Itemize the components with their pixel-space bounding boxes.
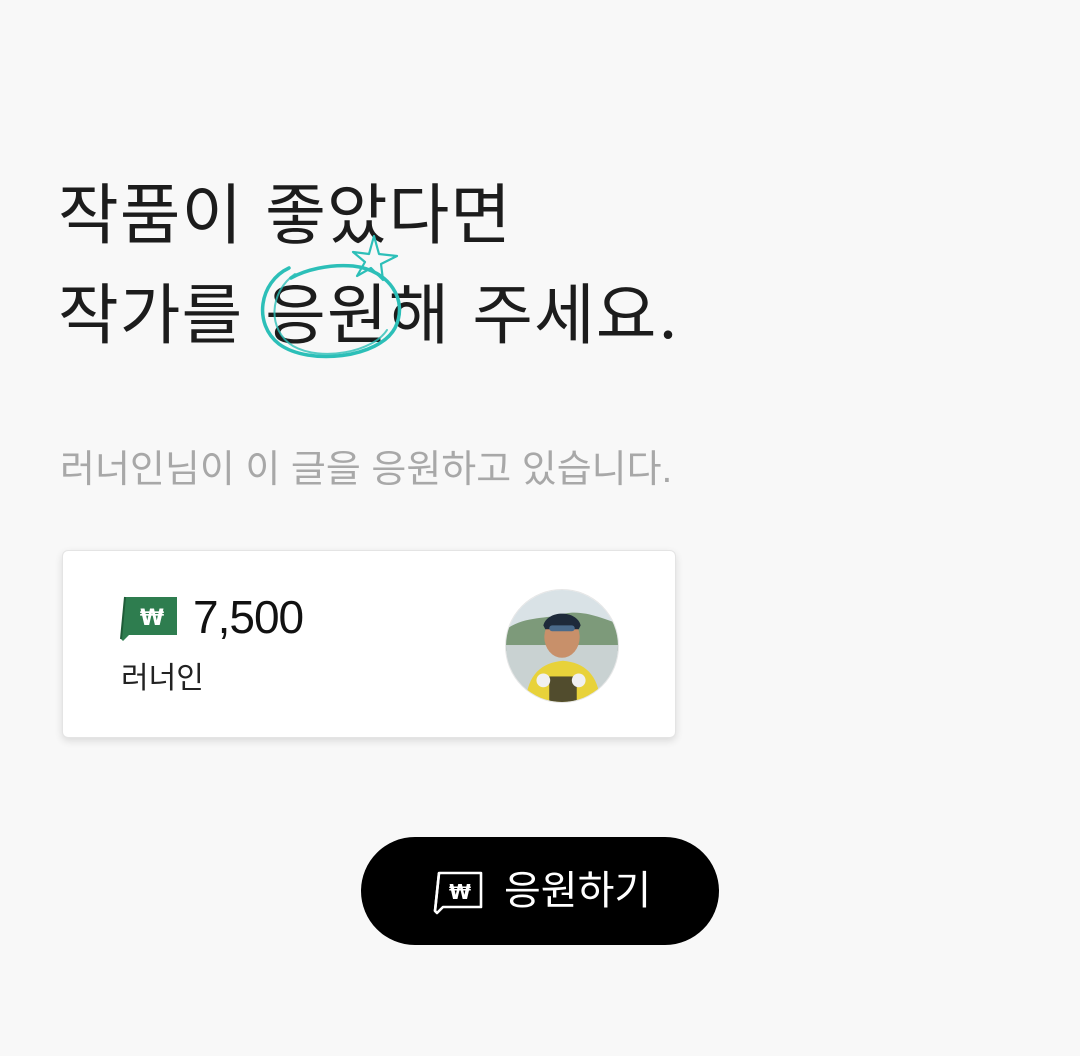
won-note-icon: ₩ [120, 596, 177, 641]
support-amount: 7,500 [193, 591, 304, 643]
headline-line-2-start: 작가를 [58, 277, 266, 354]
supporter-avatar[interactable] [505, 589, 619, 703]
headline-line-2-end: 해 주세요. [388, 277, 680, 354]
support-button-label: 응원하기 [504, 869, 652, 913]
support-card: ₩ 7,500 러너인 [62, 550, 676, 738]
headline: 작품이 좋았다면 작가를 응원해 주세요. [58, 166, 679, 366]
supporter-message: 러너인님이 이 글을 응원하고 있습니다. [60, 449, 673, 491]
won-note-icon: ₩ [433, 871, 483, 915]
svg-text:₩: ₩ [140, 606, 164, 631]
avatar-photo [506, 590, 618, 702]
svg-text:₩: ₩ [449, 880, 471, 904]
headline-highlight-word: 응원 [265, 277, 389, 354]
support-button[interactable]: ₩ 응원하기 [361, 837, 719, 945]
headline-line-1: 작품이 좋았다면 [58, 177, 513, 254]
headline-highlight: 응원 [261, 234, 402, 366]
headline-line-2: 작가를 응원해 주세요. [58, 234, 680, 366]
supporter-name: 러너인 [121, 662, 204, 695]
